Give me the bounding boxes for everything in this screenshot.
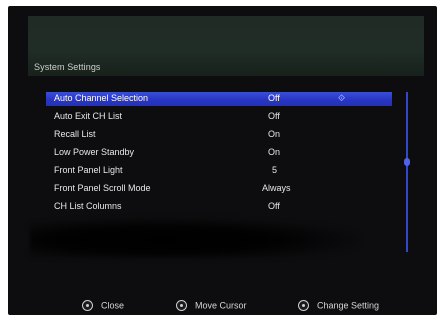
setting-row-low-power-standby[interactable]: Low Power Standby On	[46, 146, 392, 160]
setting-row-ch-list-columns[interactable]: CH List Columns Off	[46, 200, 392, 214]
setting-label: Low Power Standby	[54, 147, 135, 157]
close-label: Close	[101, 300, 125, 311]
setting-row-front-panel-light[interactable]: Front Panel Light 5	[46, 164, 392, 178]
setting-label: Front Panel Scroll Mode	[54, 183, 151, 193]
scrollbar-track	[406, 92, 408, 252]
ok-button-icon	[298, 300, 309, 312]
setting-row-recall-list[interactable]: Recall List On	[46, 128, 392, 142]
move-cursor-label: Move Cursor	[195, 300, 247, 311]
setting-value: Off	[268, 111, 280, 121]
tv-screen: System Settings Auto Channel Selection O…	[8, 6, 437, 315]
close-hint[interactable]: Close	[82, 300, 125, 312]
change-setting-label: Change Setting	[317, 300, 380, 311]
setting-value: Off	[268, 93, 280, 103]
setting-label: Front Panel Light	[54, 165, 123, 175]
move-cursor-hint[interactable]: Move Cursor	[176, 300, 247, 312]
setting-row-auto-channel-selection[interactable]: Auto Channel Selection Off ⟐	[46, 92, 392, 106]
setting-row-front-panel-scroll-mode[interactable]: Front Panel Scroll Mode Always	[46, 182, 392, 196]
setting-value: On	[268, 129, 281, 139]
setting-value: Always	[262, 183, 291, 193]
footer-hints: Close Move Cursor Change Setting	[8, 300, 437, 315]
setting-value: Off	[268, 201, 280, 211]
redacted-row-smudge	[30, 218, 360, 258]
arrow-keys-icon	[176, 300, 187, 312]
setting-label: Recall List	[54, 129, 96, 139]
setting-label: CH List Columns	[54, 201, 122, 211]
selection-arrow-icon: ⟐	[338, 93, 346, 103]
setting-value: On	[268, 147, 281, 157]
exit-button-icon	[82, 300, 93, 312]
change-setting-hint[interactable]: Change Setting	[298, 300, 380, 312]
setting-label: Auto Exit CH List	[54, 111, 123, 121]
scrollbar[interactable]	[404, 92, 410, 252]
setting-label: Auto Channel Selection	[54, 93, 149, 103]
scrollbar-thumb[interactable]	[404, 158, 410, 166]
setting-value: 5	[272, 165, 278, 175]
page-title: System Settings	[34, 62, 101, 72]
setting-row-auto-exit-ch-list[interactable]: Auto Exit CH List Off	[46, 110, 392, 124]
